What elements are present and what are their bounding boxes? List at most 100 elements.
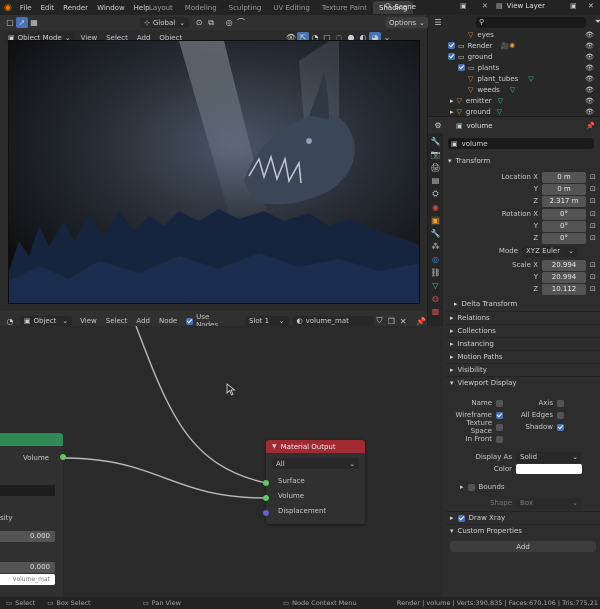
camera-render-view[interactable] bbox=[8, 40, 420, 304]
texture-tab-icon[interactable]: ▩ bbox=[432, 307, 440, 316]
expand-icon[interactable]: ▸ bbox=[450, 108, 454, 116]
eye-icon[interactable]: 👁 bbox=[585, 42, 594, 50]
filter-icon[interactable]: ⏷ bbox=[592, 17, 600, 28]
eye-icon[interactable]: 👁 bbox=[585, 53, 594, 61]
location-x-field[interactable]: 0 m bbox=[542, 171, 586, 183]
lock-icon[interactable]: ⊡ bbox=[590, 210, 596, 218]
view-layer-delete-icon[interactable]: ✕ bbox=[588, 2, 594, 10]
scale-x-field[interactable]: 20.994 bbox=[542, 259, 586, 271]
location-z-field[interactable]: 2.317 m bbox=[542, 195, 586, 207]
custom-properties-header[interactable]: ▾ Custom Properties bbox=[446, 524, 600, 537]
view-layer-browse-icon[interactable]: ▣ bbox=[570, 2, 577, 10]
tab-layout[interactable]: Layout bbox=[143, 1, 179, 14]
menu-add[interactable]: Add bbox=[136, 317, 150, 325]
menu-window[interactable]: Window bbox=[97, 4, 125, 12]
outliner-search-input[interactable]: ⚲ bbox=[476, 16, 586, 28]
lock-icon[interactable]: ⊡ bbox=[590, 197, 596, 205]
pin-icon[interactable]: 📌 bbox=[415, 316, 427, 327]
shape-dropdown[interactable]: Box ⌄ bbox=[516, 497, 582, 509]
tab-texture-paint[interactable]: Texture Paint bbox=[316, 1, 373, 14]
color-swatch[interactable] bbox=[516, 464, 582, 474]
menu-edit[interactable]: Edit bbox=[41, 4, 55, 12]
lock-icon[interactable]: ⊡ bbox=[590, 261, 596, 269]
draw-xray-header[interactable]: ▸ Draw Xray bbox=[446, 511, 600, 524]
fake-user-icon[interactable]: ⛉ bbox=[374, 316, 386, 327]
lock-icon[interactable]: ⊡ bbox=[590, 185, 596, 193]
lock-icon[interactable]: ⊡ bbox=[590, 285, 596, 293]
view-layer-tab-icon[interactable]: ▤ bbox=[432, 176, 440, 185]
volume-input-socket[interactable] bbox=[263, 495, 269, 501]
menu-node[interactable]: Node bbox=[159, 317, 177, 325]
value-field[interactable]: 0.000 bbox=[0, 531, 55, 542]
scale-y-field[interactable]: 20.994 bbox=[542, 271, 586, 283]
draw-xray-checkbox[interactable] bbox=[457, 514, 465, 522]
chevron-right-icon[interactable]: ▸ bbox=[460, 483, 464, 491]
collection-checkbox[interactable] bbox=[448, 53, 455, 60]
view-layer-selector[interactable]: ▤ View Layer bbox=[496, 2, 545, 10]
list-item[interactable]: ▸ ▽ ground ▽ 👁 bbox=[428, 106, 600, 117]
properties-editor-icon[interactable]: ⚙ bbox=[432, 120, 444, 131]
output-tab-icon[interactable]: 🖨 bbox=[430, 163, 440, 172]
name-checkbox[interactable] bbox=[496, 399, 503, 407]
lock-icon[interactable]: ⊡ bbox=[590, 234, 596, 242]
blender-logo-icon[interactable]: ◉ bbox=[4, 3, 12, 13]
menu-view[interactable]: View bbox=[80, 317, 97, 325]
collections-panel-header[interactable]: ▸ Collections bbox=[446, 324, 600, 337]
unlink-icon[interactable]: ✕ bbox=[397, 316, 409, 327]
volume-shader-node[interactable]: Volume sity 0.000 0.000 volume_mat bbox=[0, 433, 66, 597]
expand-icon[interactable]: ▸ bbox=[450, 97, 454, 105]
menu-select[interactable]: Select bbox=[106, 317, 128, 325]
snap-icon[interactable]: ⧉ bbox=[205, 17, 217, 28]
list-item[interactable]: ▽ eyes 👁 bbox=[428, 29, 600, 40]
eye-icon[interactable]: 👁 bbox=[585, 31, 594, 39]
editor-type-icon[interactable]: ◔ bbox=[4, 316, 16, 327]
value-field[interactable]: 0.000 bbox=[0, 562, 55, 573]
list-item[interactable]: ▽ weeds ▽ 👁 bbox=[428, 84, 600, 95]
location-y-field[interactable]: 0 m bbox=[542, 183, 586, 195]
add-property-button[interactable]: Add bbox=[450, 541, 596, 552]
scene-tab-icon[interactable]: ⛭ bbox=[432, 189, 438, 199]
volume-output-socket[interactable] bbox=[60, 454, 66, 460]
shadow-checkbox[interactable] bbox=[557, 423, 564, 431]
node-editor-canvas[interactable]: Volume sity 0.000 0.000 volume_mat ▼ Mat… bbox=[0, 326, 443, 597]
physics-tab-icon[interactable]: ◎ bbox=[432, 255, 439, 264]
node-header[interactable] bbox=[0, 433, 63, 446]
delta-transform-header[interactable]: ▸ Delta Transform bbox=[454, 297, 517, 310]
pivot-icon[interactable]: ⊙ bbox=[193, 17, 205, 28]
rotation-y-field[interactable]: 0° bbox=[542, 220, 586, 232]
wireframe-checkbox[interactable] bbox=[496, 411, 503, 419]
instancing-panel-header[interactable]: ▸ Instancing bbox=[446, 337, 600, 350]
collapse-icon[interactable]: ▼ bbox=[272, 443, 277, 450]
object-tab-icon[interactable]: ▣ bbox=[430, 216, 441, 225]
bounds-checkbox[interactable] bbox=[467, 483, 475, 491]
scene-delete-icon[interactable]: ✕ bbox=[482, 2, 488, 10]
list-item[interactable]: ▭ ground 👁 bbox=[428, 51, 600, 62]
material-output-node[interactable]: ▼ Material Output All ⌄ Surface Volume D… bbox=[263, 440, 365, 524]
list-item[interactable]: ▸ ▽ emitter ▽ 👁 bbox=[428, 95, 600, 106]
node-header[interactable]: ▼ Material Output bbox=[266, 440, 365, 453]
slot-dropdown[interactable]: Slot 1 ⌄ bbox=[244, 315, 289, 327]
rotation-mode-dropdown[interactable]: XYZ Euler ⌄ bbox=[522, 245, 578, 257]
motion-paths-panel-header[interactable]: ▸ Motion Paths bbox=[446, 350, 600, 363]
menu-render[interactable]: Render bbox=[63, 4, 88, 12]
eye-icon[interactable]: 👁 bbox=[585, 97, 594, 105]
collection-checkbox[interactable] bbox=[448, 42, 455, 49]
constraints-tab-icon[interactable]: ⛓ bbox=[430, 268, 440, 277]
viewport-display-panel-header[interactable]: ▾ Viewport Display bbox=[446, 376, 600, 389]
color-swatch-field[interactable]: volume_mat bbox=[0, 574, 55, 585]
displacement-input-socket[interactable] bbox=[263, 510, 269, 516]
select-tool-icon[interactable]: ➚ bbox=[16, 17, 28, 28]
transform-panel-header[interactable]: ▾ Transform bbox=[448, 154, 490, 167]
eye-icon[interactable]: 👁 bbox=[585, 108, 594, 116]
eye-icon[interactable]: 👁 bbox=[585, 86, 594, 94]
options-dropdown[interactable]: Options ⌄ bbox=[385, 17, 429, 28]
material-selector[interactable]: ◐ volume_mat bbox=[292, 315, 374, 327]
rotation-z-field[interactable]: 0° bbox=[542, 232, 586, 244]
object-name-field[interactable]: ▣ volume bbox=[448, 138, 594, 149]
color-field[interactable] bbox=[0, 485, 55, 496]
modifier-tab-icon[interactable]: 🔧 bbox=[431, 229, 441, 238]
scene-selector[interactable]: ⛭ Scene bbox=[385, 2, 416, 11]
falloff-icon[interactable]: ⌒ bbox=[235, 17, 247, 28]
select-mode-icon[interactable]: ▦ bbox=[28, 17, 40, 28]
scene-browse-icon[interactable]: ▣ bbox=[460, 2, 467, 10]
